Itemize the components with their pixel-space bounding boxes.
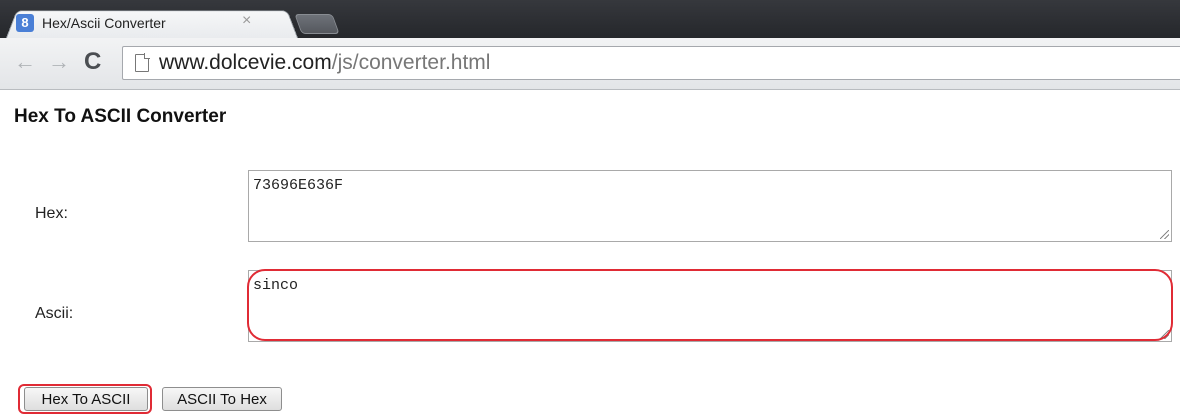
ascii-textarea[interactable]: sinco bbox=[248, 270, 1172, 342]
page-title: Hex To ASCII Converter bbox=[14, 106, 227, 127]
url-domain: www.dolcevie.com bbox=[159, 51, 332, 74]
back-arrow-icon[interactable]: ← bbox=[14, 50, 36, 74]
tab-close-icon[interactable]: × bbox=[242, 12, 251, 30]
browser-tab-strip: 8 Hex/Ascii Converter × bbox=[0, 0, 1180, 39]
tab-title: Hex/Ascii Converter bbox=[42, 15, 166, 31]
forward-arrow-icon[interactable]: → bbox=[48, 50, 70, 74]
page-icon bbox=[135, 53, 150, 72]
url-text: www.dolcevie.com/js/converter.html bbox=[159, 51, 490, 75]
new-tab-button[interactable] bbox=[294, 14, 340, 34]
browser-tab-content[interactable]: 8 Hex/Ascii Converter × bbox=[16, 10, 286, 36]
favicon-icon: 8 bbox=[16, 14, 34, 32]
url-path: /js/converter.html bbox=[331, 51, 491, 74]
ascii-resize-handle[interactable] bbox=[1160, 330, 1169, 339]
hex-label: Hex: bbox=[35, 205, 68, 222]
hex-to-ascii-button[interactable]: Hex To ASCII bbox=[24, 387, 148, 411]
ascii-label: Ascii: bbox=[35, 305, 74, 322]
address-bar[interactable]: www.dolcevie.com/js/converter.html bbox=[122, 46, 1180, 80]
browser-toolbar: ← → C www.dolcevie.com/js/converter.html bbox=[0, 38, 1180, 90]
ascii-to-hex-button[interactable]: ASCII To Hex bbox=[162, 387, 282, 411]
hex-resize-handle[interactable] bbox=[1160, 230, 1169, 239]
reload-icon[interactable]: C bbox=[84, 50, 101, 74]
hex-textarea[interactable]: 73696E636F bbox=[248, 170, 1172, 242]
